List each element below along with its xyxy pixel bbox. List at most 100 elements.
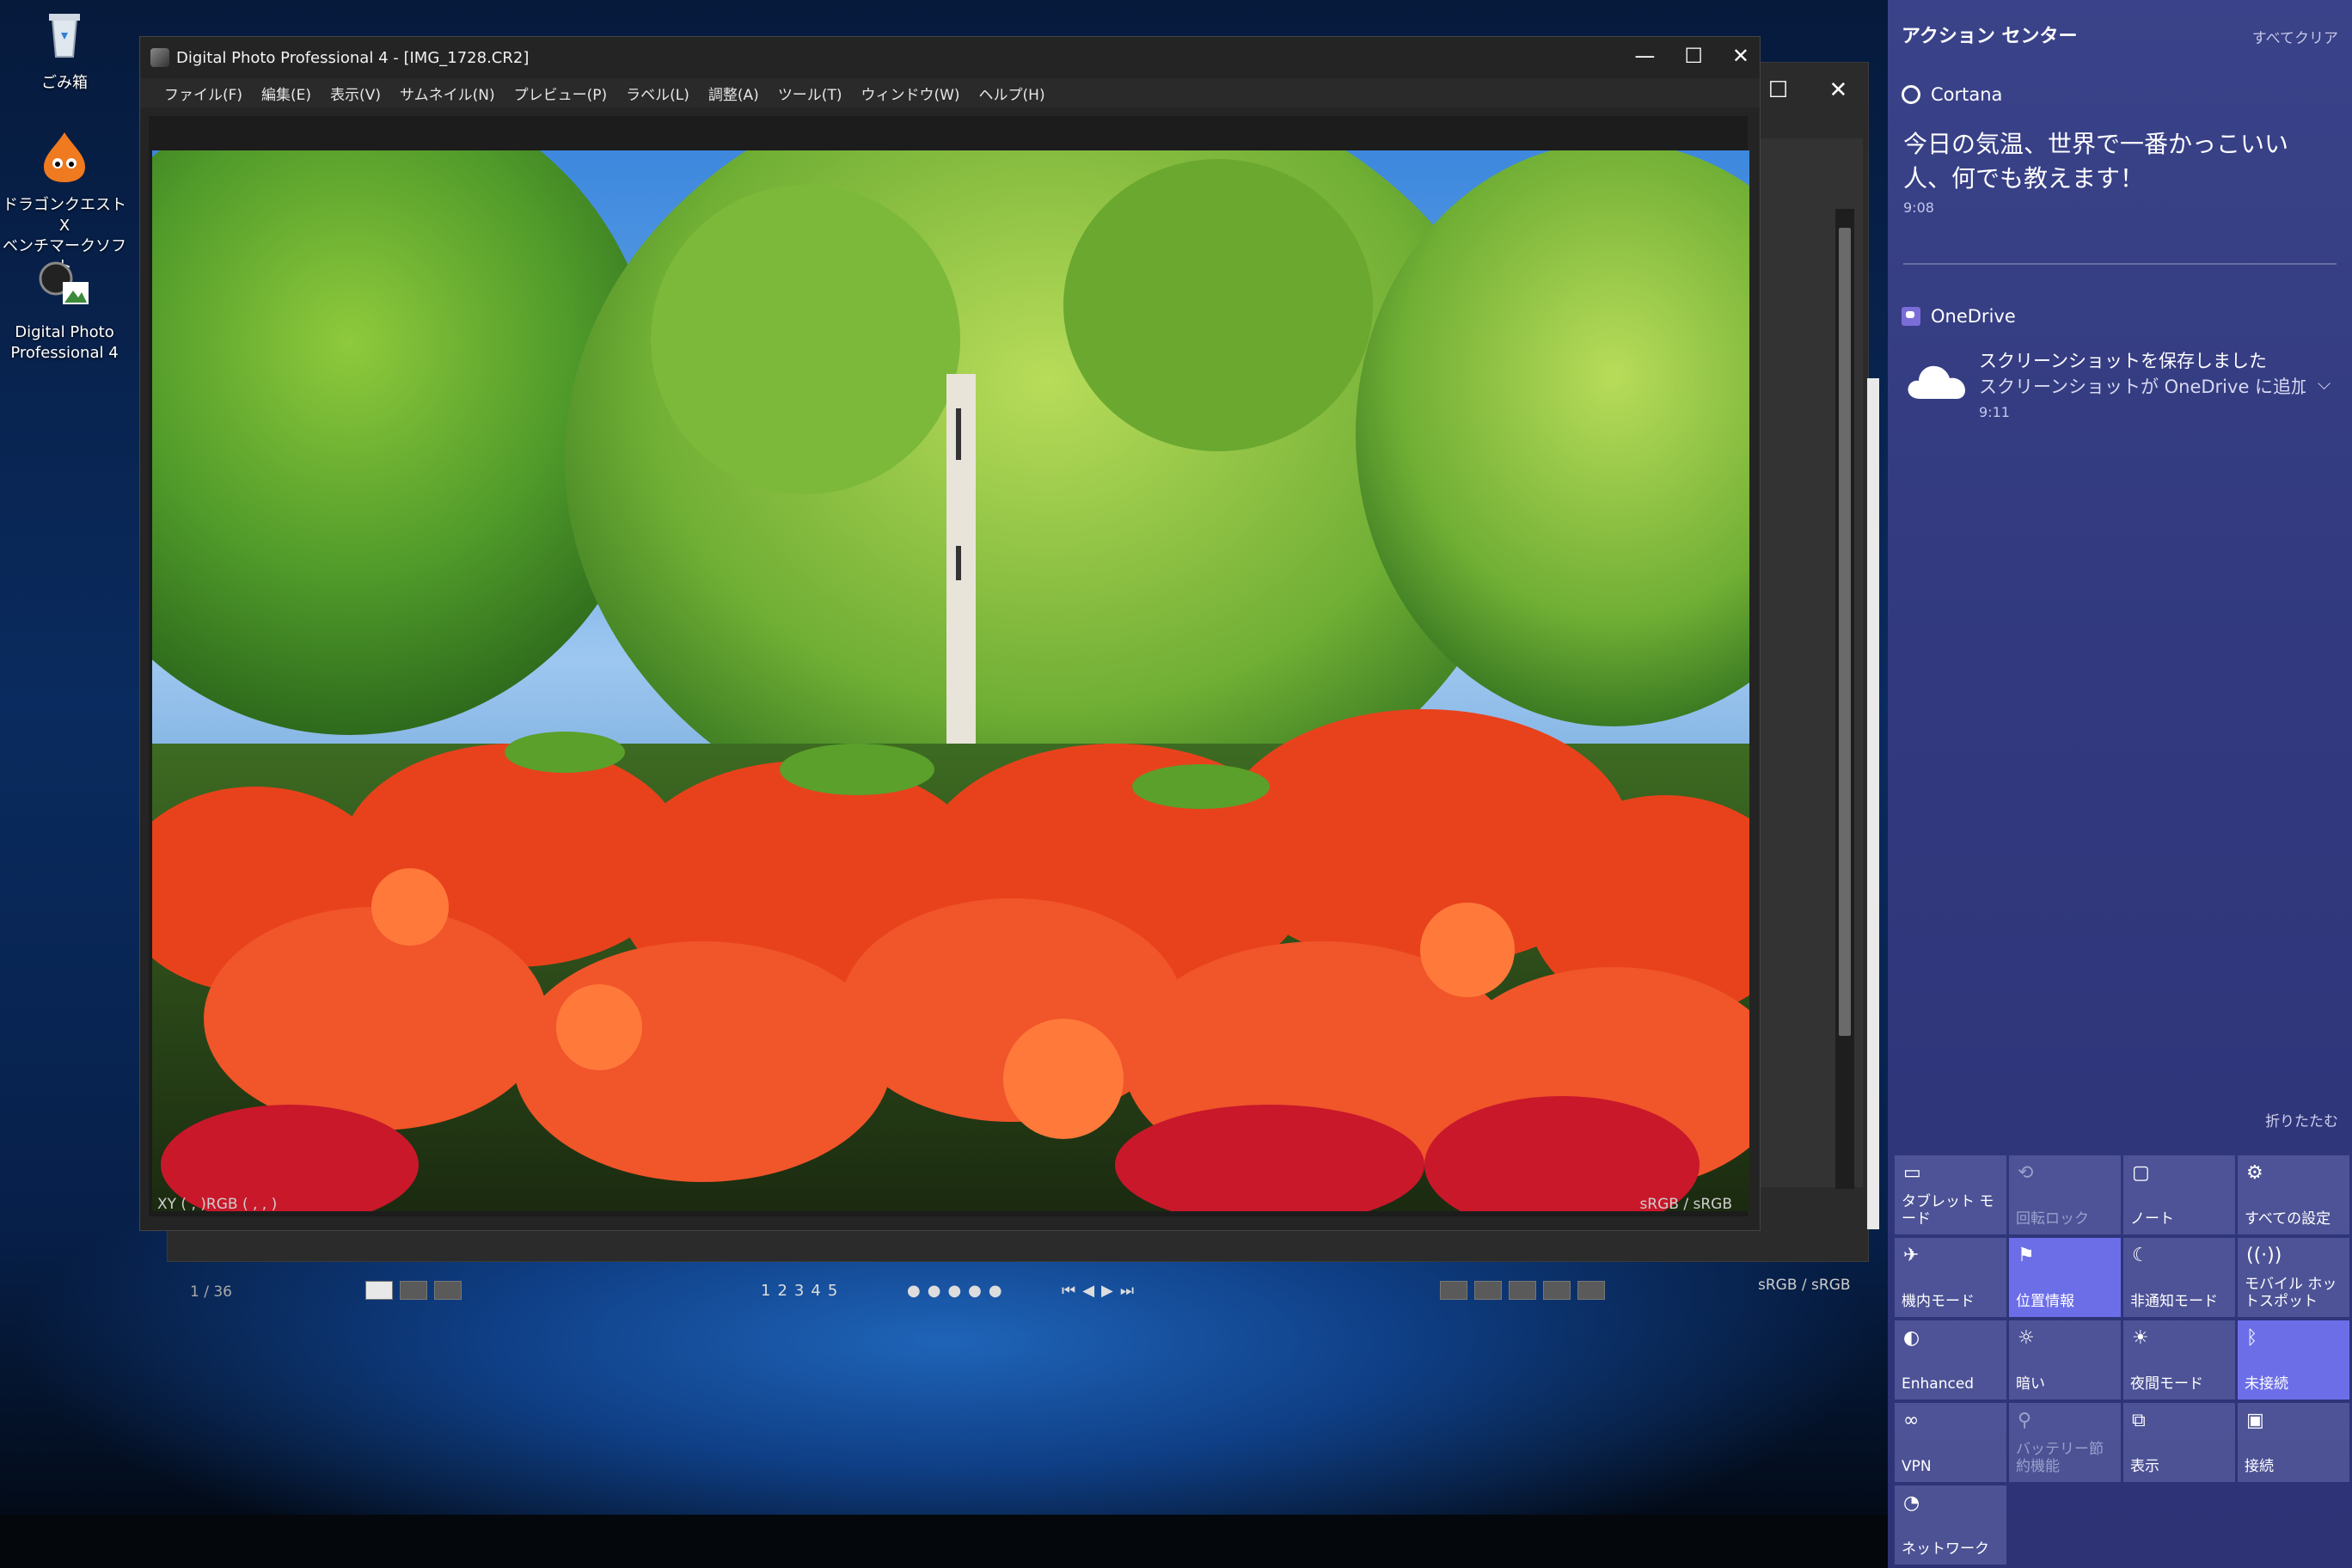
tile-bluetooth[interactable]: ᛒ 未接続 <box>2238 1320 2349 1400</box>
menu-window[interactable]: ウィンドウ(W) <box>861 83 959 104</box>
tile-quiet-hours[interactable]: ☾ 非通知モード <box>2123 1238 2235 1317</box>
battery-saver-icon: ⚲ <box>2018 1410 2032 1431</box>
menu-preview[interactable]: プレビュー(P) <box>514 83 608 104</box>
tile-project[interactable]: ⧉ 表示 <box>2123 1403 2235 1482</box>
background-color-space: sRGB / sRGB <box>1758 1277 1851 1294</box>
stamp-icon[interactable] <box>1577 1281 1605 1300</box>
minimize-icon[interactable]: — <box>1634 44 1655 68</box>
tile-network[interactable]: ◔ ネットワーク <box>1895 1485 2006 1565</box>
dpp-window-icon <box>150 48 169 67</box>
menu-tools[interactable]: ツール(T) <box>778 83 842 104</box>
photo-scene-graphic <box>152 150 1749 1211</box>
dpp-shortcut[interactable]: Digital Photo Professional 4 <box>0 256 129 364</box>
rating-dot-icon[interactable]: ● <box>907 1282 921 1300</box>
menu-bar: ファイル(F) 編集(E) 表示(V) サムネイル(N) プレビュー(P) ラベ… <box>140 78 1760 107</box>
menu-help[interactable]: ヘルプ(H) <box>979 83 1045 104</box>
tile-all-settings[interactable]: ⚙ すべての設定 <box>2238 1155 2349 1234</box>
tile-mobile-hotspot[interactable]: ((·)) モバイル ホットスポット <box>2238 1238 2349 1317</box>
title-bar[interactable]: Digital Photo Professional 4 - [IMG_1728… <box>140 37 1760 78</box>
cortana-message[interactable]: 今日の気温、世界で一番かっこいい人、何でも教えます！ <box>1903 127 2333 196</box>
menu-label[interactable]: ラベル(L) <box>626 83 689 104</box>
tile-battery-saver[interactable]: ⚲ バッテリー節約機能 <box>2009 1403 2121 1482</box>
clear-all-button[interactable]: すべてクリア <box>2252 26 2338 47</box>
scrollbar-thumb[interactable] <box>1839 228 1851 1036</box>
list-layout-icon[interactable] <box>400 1281 427 1300</box>
action-center-title: アクション センター <box>1902 26 2078 47</box>
preview-area <box>149 116 1749 1216</box>
tile-brightness[interactable]: ☼ 暗い <box>2009 1320 2121 1400</box>
grid-layout-icon[interactable] <box>365 1281 393 1300</box>
onedrive-body[interactable]: スクリーンショットが OneDrive に追加されま <box>1979 373 2306 399</box>
tile-connect[interactable]: ▣ 接続 <box>2238 1403 2349 1482</box>
page-1[interactable]: 1 <box>761 1282 770 1300</box>
background-toolbar: 1 / 36 1 2 3 4 5 ● ● ● ● ● ⏮ ◀ ▶ ⏭ <box>168 1266 1758 1301</box>
histogram-icon[interactable] <box>1509 1281 1536 1300</box>
onedrive-notification-header[interactable]: OneDrive <box>1902 306 2016 327</box>
window-title: Digital Photo Professional 4 - [IMG_1728… <box>176 48 530 67</box>
onedrive-title[interactable]: スクリーンショットを保存しました <box>1979 347 2267 373</box>
cortana-app-name: Cortana <box>1931 84 2003 105</box>
crop-icon[interactable] <box>1543 1281 1571 1300</box>
recycle-bin-shortcut[interactable]: ごみ箱 <box>0 7 129 94</box>
rating-dot-icon[interactable]: ● <box>928 1282 941 1300</box>
rating-dot-icon[interactable]: ● <box>989 1282 1002 1300</box>
tile-note[interactable]: ▢ ノート <box>2123 1155 2235 1234</box>
page-2[interactable]: 2 <box>777 1282 787 1300</box>
slime-icon <box>44 132 85 182</box>
menu-adjust[interactable]: 調整(A) <box>708 83 759 104</box>
menu-thumbnail[interactable]: サムネイル(N) <box>400 83 495 104</box>
navigation-buttons: ⏮ ◀ ▶ ⏭ <box>1062 1278 1134 1302</box>
close-icon[interactable]: ✕ <box>1732 44 1749 68</box>
night-light-icon: ☀ <box>2132 1327 2149 1349</box>
compare-icon[interactable] <box>1474 1281 1502 1300</box>
cortana-notification-header[interactable]: Cortana <box>1902 84 2002 105</box>
window-controls: — ☐ ✕ <box>1634 44 1749 68</box>
tile-night-light[interactable]: ☀ 夜間モード <box>2123 1320 2235 1400</box>
menu-view[interactable]: 表示(V) <box>330 83 381 104</box>
menu-edit[interactable]: 編集(E) <box>261 83 311 104</box>
network-icon: ◔ <box>1903 1492 1920 1514</box>
sort-icon[interactable] <box>1440 1281 1467 1300</box>
view-tools <box>1440 1278 1605 1302</box>
dpp-shortcut-label: Digital Photo Professional 4 <box>10 323 119 362</box>
collapse-button[interactable]: 折りたたむ <box>2265 1109 2338 1130</box>
next-image-icon[interactable]: ▶ <box>1101 1282 1113 1300</box>
first-image-icon[interactable]: ⏮ <box>1062 1282 1075 1300</box>
page-numbers: 1 2 3 4 5 <box>761 1278 837 1302</box>
single-layout-icon[interactable] <box>434 1281 462 1300</box>
brightness-icon: ☼ <box>2018 1327 2035 1349</box>
rating-dot-icon[interactable]: ● <box>968 1282 982 1300</box>
page-5[interactable]: 5 <box>828 1282 837 1300</box>
last-image-icon[interactable]: ⏭ <box>1120 1282 1134 1300</box>
tile-airplane-mode[interactable]: ✈ 機内モード <box>1895 1238 2006 1317</box>
airplane-icon: ✈ <box>1903 1245 1920 1266</box>
tile-vpn[interactable]: ∞ VPN <box>1895 1403 2006 1482</box>
previous-image-icon[interactable]: ◀ <box>1082 1282 1094 1300</box>
expand-chevron-icon[interactable]: ⌵ <box>2318 373 2331 394</box>
dpp-preview-window: Digital Photo Professional 4 - [IMG_1728… <box>139 36 1761 1231</box>
preview-image[interactable] <box>152 150 1749 1211</box>
page-3[interactable]: 3 <box>794 1282 804 1300</box>
tile-tablet-mode[interactable]: ▭ タブレット モード <box>1895 1155 2006 1234</box>
maximize-icon[interactable]: ☐ <box>1768 77 1788 103</box>
maximize-icon[interactable]: ☐ <box>1684 44 1703 68</box>
hotspot-icon: ((·)) <box>2246 1245 2282 1266</box>
onedrive-app-icon <box>1902 307 1920 326</box>
cloud-icon <box>1908 365 1965 399</box>
vpn-icon: ∞ <box>1903 1410 1920 1431</box>
tile-enhanced[interactable]: ◐ Enhanced <box>1895 1320 2006 1400</box>
page-4[interactable]: 4 <box>811 1282 820 1300</box>
color-icon: ◐ <box>1903 1327 1920 1349</box>
bluetooth-icon: ᛒ <box>2246 1327 2258 1349</box>
rating-dot-icon[interactable]: ● <box>947 1282 961 1300</box>
color-space-readout: sRGB / sRGB <box>1639 1196 1732 1213</box>
dpp-app-icon <box>39 261 89 304</box>
tile-rotation-lock[interactable]: ⟲ 回転ロック <box>2009 1155 2121 1234</box>
recycle-bin-label: ごみ箱 <box>41 74 88 92</box>
tile-location[interactable]: ⚑ 位置情報 <box>2009 1238 2121 1317</box>
menu-file[interactable]: ファイル(F) <box>164 83 242 104</box>
recycle-bin-icon <box>49 14 80 58</box>
close-icon[interactable]: ✕ <box>1828 77 1847 103</box>
action-center: アクション センター すべてクリア Cortana 今日の気温、世界で一番かっこ… <box>1888 0 2352 1568</box>
image-count: 1 / 36 <box>190 1283 232 1301</box>
